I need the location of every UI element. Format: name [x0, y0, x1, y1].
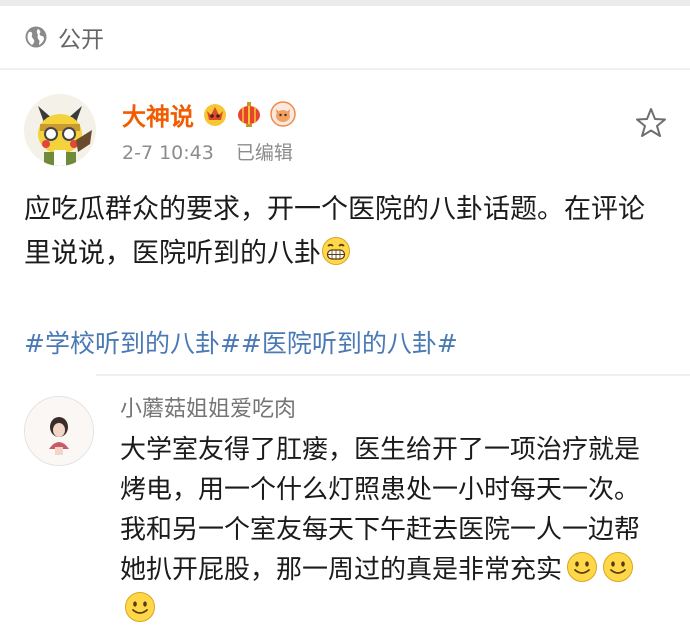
commenter-name[interactable]: 小蘑菇姐姐爱吃肉 [120, 390, 660, 430]
post-time: 2-7 10:43 [122, 142, 214, 164]
hashtag-links[interactable]: #学校听到的八卦##医院听到的八卦# [24, 324, 666, 360]
post-header: 大神说 2-7 10:43 已编辑 [24, 70, 666, 166]
grin-emoji-icon [322, 237, 350, 265]
star-icon[interactable] [634, 106, 668, 140]
author-name-line: 大神说 [122, 96, 296, 132]
author-name[interactable]: 大神说 [122, 97, 194, 132]
fox-badge-icon[interactable] [270, 101, 296, 127]
comment-text: 大学室友得了肛瘘，医生给开了一项治疗就是烤电，用一个什么灯照患处一小时每天一次。… [120, 435, 641, 585]
smile-emoji-icon [125, 592, 155, 622]
comment-content: 大学室友得了肛瘘，医生给开了一项治疗就是烤电，用一个什么灯照患处一小时每天一次。… [120, 430, 660, 630]
edited-label[interactable]: 已编辑 [236, 142, 293, 164]
visibility-label: 公开 [58, 27, 104, 53]
globe-icon [25, 26, 47, 48]
post-card: 大神说 2-7 10:43 已编辑 应吃瓜群众的要求，开一个医院的八卦话题。在评… [0, 70, 690, 360]
crown-badge-icon[interactable] [202, 101, 228, 127]
comment-divider [96, 374, 690, 376]
post-content: 应吃瓜群众的要求，开一个医院的八卦话题。在评论里说说，医院听到的八卦 [24, 188, 664, 276]
avatar-image [24, 94, 96, 166]
comment-item: 小蘑菇姐姐爱吃肉 大学室友得了肛瘘，医生给开了一项治疗就是烤电，用一个什么灯照患… [0, 396, 690, 630]
comment-body: 小蘑菇姐姐爱吃肉 大学室友得了肛瘘，医生给开了一项治疗就是烤电，用一个什么灯照患… [120, 390, 660, 630]
commenter-avatar-image [25, 397, 93, 465]
lantern-badge-icon[interactable] [236, 101, 262, 127]
visibility-row[interactable]: 公开 [0, 6, 690, 68]
author-info: 大神说 2-7 10:43 已编辑 [122, 96, 296, 165]
post-meta: 2-7 10:43 已编辑 [122, 138, 296, 165]
author-avatar[interactable] [24, 94, 96, 166]
smile-emoji-icon [567, 552, 598, 582]
commenter-avatar[interactable] [24, 396, 94, 466]
smile-emoji-icon [603, 552, 634, 582]
